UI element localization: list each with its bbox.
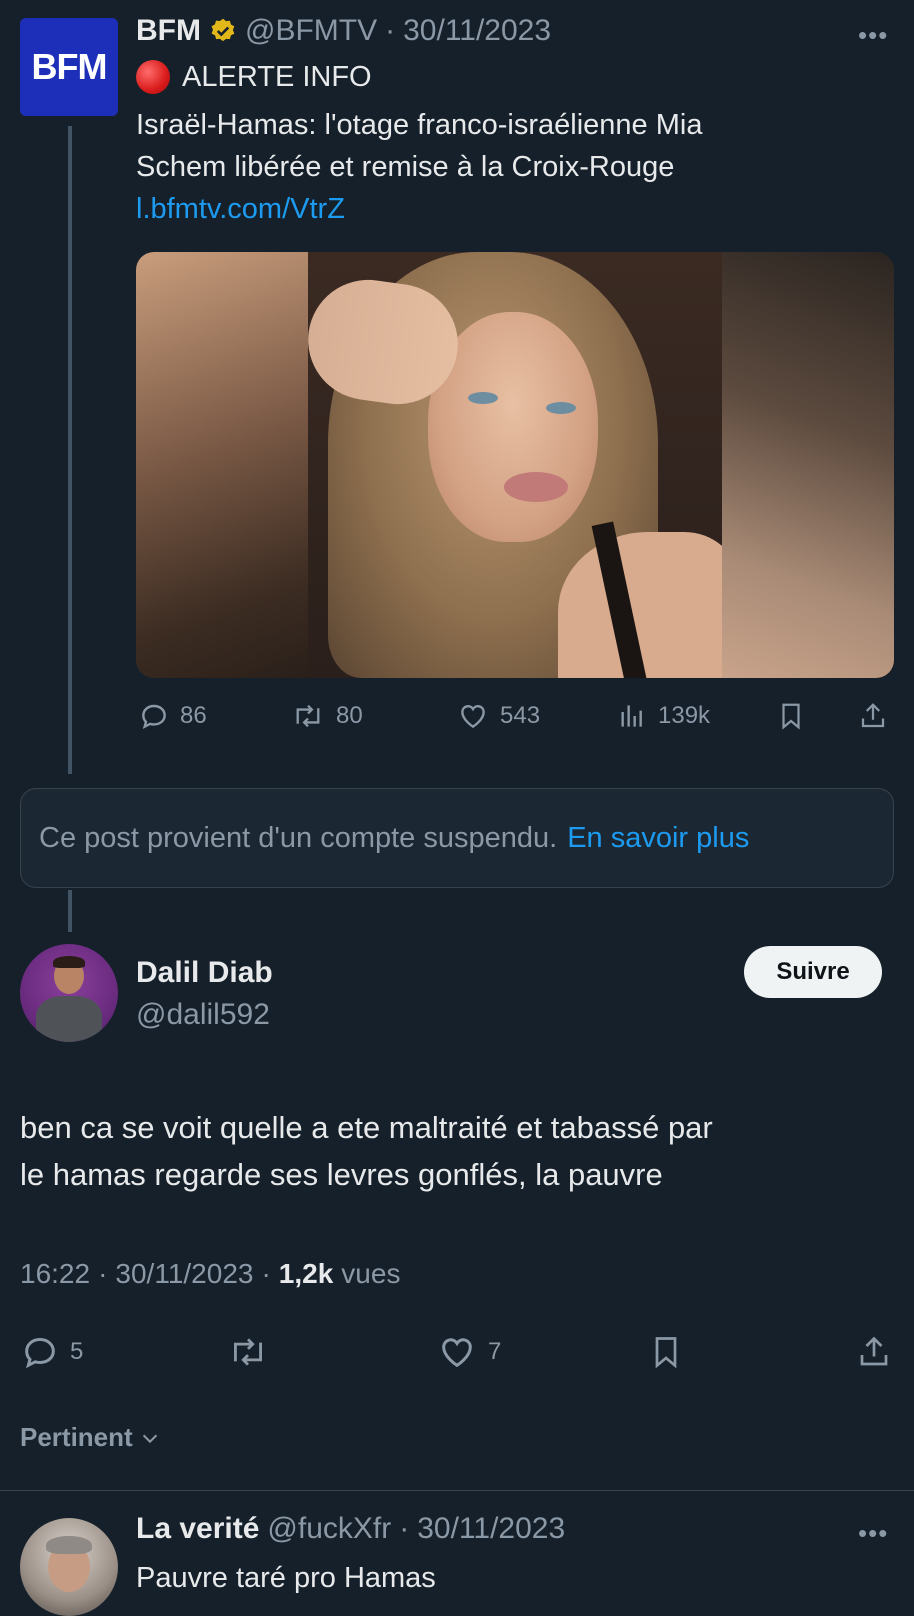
alert-line: ALERTE INFO [136,60,372,94]
quoted-text-line1: Israël-Hamas: l'otage franco-israélienne… [136,109,703,141]
photo-lips [504,472,568,502]
heart-icon [461,705,485,729]
quoted-link[interactable]: l.bfmtv.com/VtrZ [136,188,702,230]
dalil-avatar[interactable] [20,944,118,1042]
main-date[interactable]: 30/11/2023 [115,1258,253,1290]
main-sep2: · [261,1258,271,1289]
red-circle-icon [136,60,170,94]
sort-label: Pertinent [20,1422,133,1452]
quoted-photo[interactable] [136,252,894,678]
avatar-hair [53,956,85,968]
thread-line-bottom [68,890,72,932]
reply-more-options-icon[interactable]: ••• [858,1518,888,1549]
main-views-count: 1,2k [278,1258,334,1289]
quoted-views-button[interactable]: 139k [616,700,710,732]
quoted-text-line2: Schem libérée et remise à la Croix-Rouge [136,151,675,183]
quoted-like-button[interactable]: 543 [456,700,540,732]
reply-icon [142,704,166,729]
suspended-notice: Ce post provient d'un compte suspendu. E… [20,788,894,888]
reply-date[interactable]: 30/11/2023 [417,1512,565,1546]
reply-avatar-hair [46,1536,92,1554]
thread-line-top [68,126,72,774]
quoted-separator: · [385,14,396,47]
learn-more-link[interactable]: En savoir plus [567,822,749,855]
quoted-author-name[interactable]: BFM [136,14,201,48]
quoted-views-count: 139k [658,702,711,729]
share-icon [860,1336,888,1366]
bookmark-icon [655,1337,677,1369]
reply-header: La verité @fuckXfr · 30/11/2023 [136,1512,565,1546]
main-meta: 16:22 · 30/11/2023 · 1,2k vues [20,1258,400,1290]
share-icon [861,703,885,728]
photo-eye-left [468,392,498,404]
main-time[interactable]: 16:22 [20,1258,90,1290]
reply-author-name[interactable]: La verité [136,1512,259,1546]
verified-badge-icon [211,18,235,42]
chevron-down-icon [142,1434,157,1443]
main-like-count: 7 [488,1338,502,1365]
main-bookmark-button[interactable] [648,1332,684,1372]
quoted-like-count: 543 [500,702,541,729]
main-share-button[interactable] [856,1332,892,1372]
alert-text: ALERTE INFO [182,60,372,93]
main-tweet-text: ben ca se voit quelle a ete maltraité et… [20,1104,713,1198]
bfm-logo-text: BFM [31,46,108,87]
quoted-date[interactable]: 30/11/2023 [403,14,551,48]
quoted-author-handle[interactable]: @BFMTV [245,14,377,48]
sort-dropdown[interactable]: Pertinent [20,1422,161,1453]
reply-author-handle[interactable]: @fuckXfr [267,1512,391,1546]
repost-icon [296,704,320,728]
photo-right-blur [722,252,894,678]
suspended-text: Ce post provient d'un compte suspendu. [39,821,558,854]
quoted-bookmark-button[interactable] [776,700,806,732]
quoted-repost-button[interactable]: 80 [290,700,363,732]
views-chart-icon [621,705,642,727]
quoted-text: Israël-Hamas: l'otage franco-israélienne… [136,104,702,230]
heart-icon [442,1338,472,1368]
repost-icon [234,1338,262,1366]
quoted-header: BFM @BFMTV · 30/11/2023 [136,14,551,48]
main-text-line2: le hamas regarde ses levres gonflés, la … [20,1157,663,1192]
follow-label: Suivre [776,958,850,985]
photo-center [308,252,722,678]
main-views-label: vues [341,1258,401,1289]
photo-left-blur [136,252,308,678]
main-repost-button[interactable] [226,1332,270,1372]
more-options-icon[interactable]: ••• [858,20,888,51]
main-author: Dalil Diab @dalil592 [136,952,273,1036]
photo-eye-right [546,402,576,414]
divider [0,1490,914,1491]
main-author-handle[interactable]: @dalil592 [136,994,273,1036]
quoted-reply-count: 86 [180,702,207,729]
main-reply-button[interactable]: 5 [20,1332,83,1372]
main-author-name[interactable]: Dalil Diab [136,952,273,994]
reply-text: Pauvre taré pro Hamas [136,1562,436,1594]
avatar-body [36,996,102,1042]
quoted-reply-button[interactable]: 86 [138,700,207,732]
quoted-repost-count: 80 [336,702,363,729]
reply-icon [25,1337,55,1369]
main-sep1: · [98,1258,108,1289]
follow-button[interactable]: Suivre [744,946,882,998]
main-like-button[interactable]: 7 [436,1332,501,1372]
main-text-line1: ben ca se voit quelle a ete maltraité et… [20,1110,713,1145]
bookmark-icon [782,703,800,730]
reply-avatar[interactable] [20,1518,118,1616]
quoted-share-button[interactable] [858,700,888,732]
reply-sep: · [399,1512,410,1545]
bfm-avatar[interactable]: BFM [20,18,118,116]
main-reply-count: 5 [70,1338,84,1365]
